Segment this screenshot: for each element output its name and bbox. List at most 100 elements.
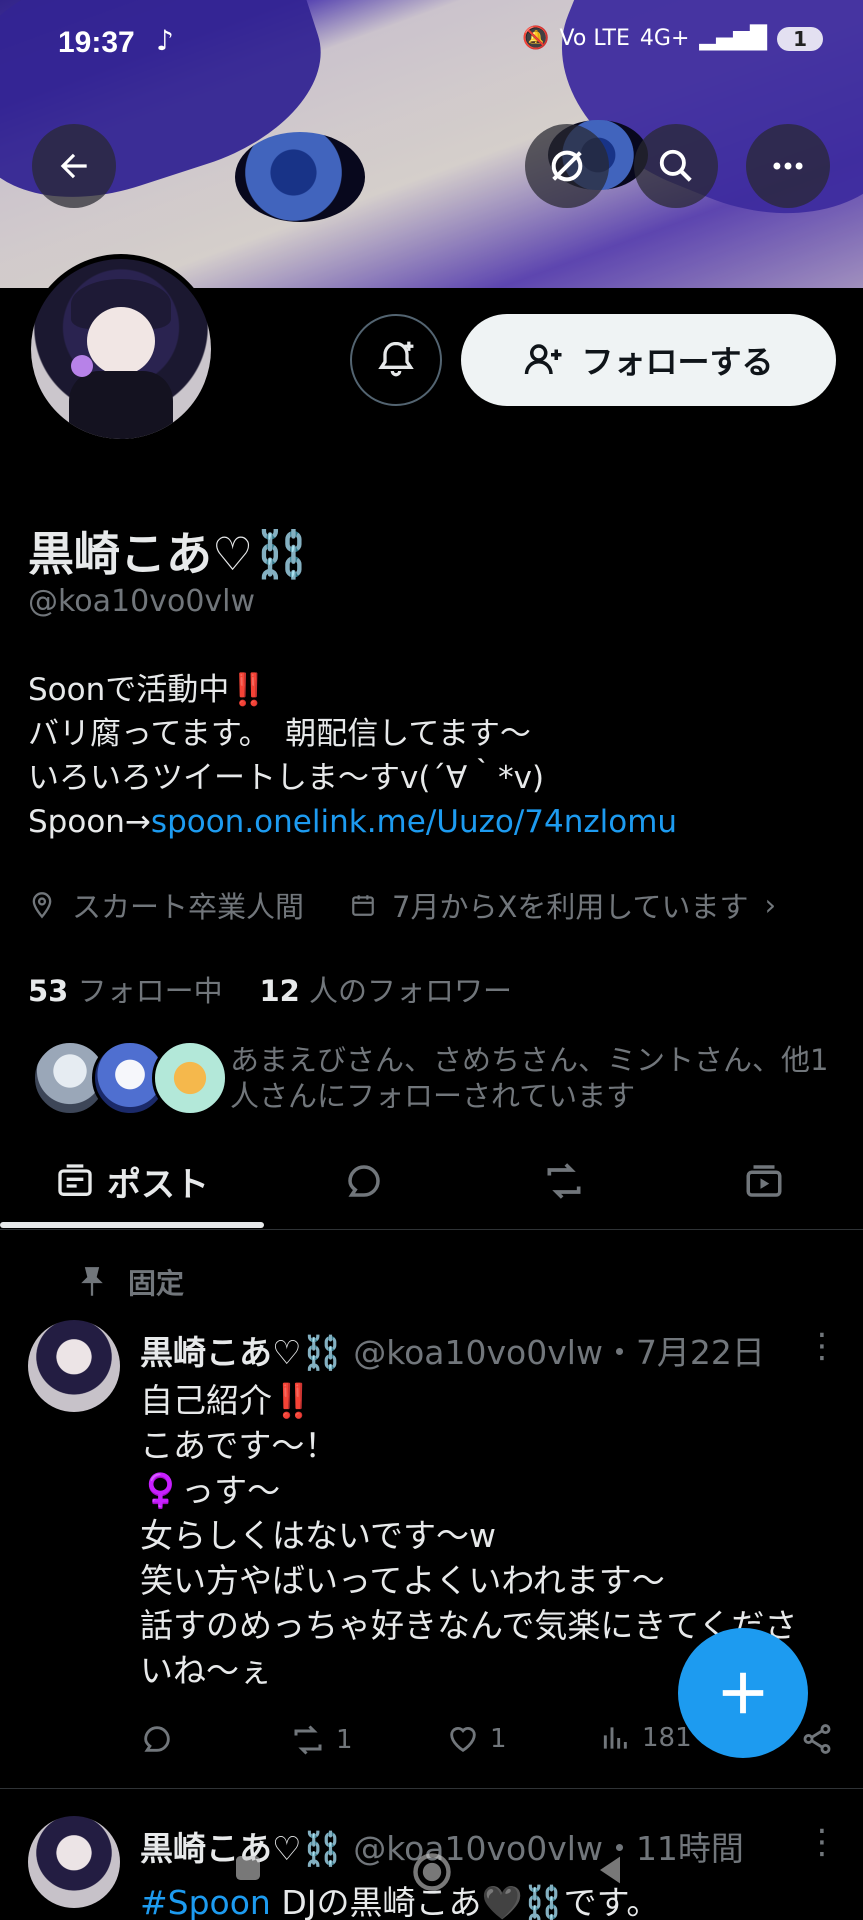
followed-by-text: あまえびさん、さめちさん、ミントさん、他1人さんにフォローされています bbox=[230, 1043, 829, 1113]
followers-label: 人のフォロワー bbox=[309, 974, 513, 1008]
profile-tabs: ポスト bbox=[0, 1132, 863, 1230]
bio-line: バリ腐ってます。 朝配信してます〜 bbox=[28, 716, 531, 752]
add-user-icon bbox=[525, 344, 562, 375]
active-tab-indicator bbox=[0, 1222, 264, 1228]
avatar-image bbox=[31, 259, 211, 439]
system-nav-bar bbox=[0, 1836, 863, 1920]
location-text: スカート卒業人間 bbox=[72, 890, 305, 924]
bell-plus-icon bbox=[378, 341, 414, 377]
following-link[interactable]: 53 フォロー中 bbox=[28, 974, 223, 1008]
back-button[interactable] bbox=[32, 124, 116, 208]
post-line: 話すのめっちゃ好きなんで気楽にきてくださ bbox=[140, 1606, 798, 1645]
back-arrow-icon bbox=[60, 153, 87, 179]
views-count: 181 bbox=[642, 1723, 692, 1753]
followers-count: 12 bbox=[259, 974, 300, 1008]
recent-apps-button[interactable] bbox=[230, 1850, 266, 1896]
more-icon bbox=[773, 162, 803, 170]
home-button[interactable] bbox=[410, 1850, 454, 1904]
more-button[interactable] bbox=[746, 124, 830, 208]
bio-text: Soonで活動中 bbox=[28, 672, 230, 708]
pin-icon bbox=[81, 1267, 103, 1296]
repost-button[interactable]: 1 bbox=[290, 1722, 353, 1758]
calendar-icon bbox=[352, 895, 374, 916]
profile-avatar[interactable] bbox=[26, 254, 216, 444]
share-icon bbox=[803, 1724, 831, 1754]
battery-indicator: 1 bbox=[777, 26, 823, 51]
views-button[interactable]: 181 bbox=[600, 1722, 692, 1754]
joined-text[interactable]: 7月からXを利用しています bbox=[392, 884, 748, 926]
profile-handle: @koa10vo0vlw bbox=[28, 584, 256, 619]
post-avatar[interactable] bbox=[28, 1320, 120, 1412]
post-author-name[interactable]: 黒崎こあ♡⛓️ bbox=[140, 1333, 343, 1372]
post-divider bbox=[0, 1788, 863, 1789]
status-bar: 19:37 ♪ 🔕 Vo LTE 4G+ ▂▄▆█ 1 bbox=[0, 18, 863, 68]
followers-link[interactable]: 12 人のフォロワー bbox=[259, 974, 512, 1008]
post-author-handle: @koa10vo0vlw bbox=[353, 1333, 603, 1372]
retweet-icon bbox=[547, 1163, 581, 1199]
post-date[interactable]: 7月22日 bbox=[636, 1333, 765, 1372]
reply-icon bbox=[144, 1726, 170, 1752]
following-label: フォロー中 bbox=[77, 974, 223, 1008]
mute-icon: 🔕 bbox=[522, 26, 550, 51]
avatar-art bbox=[87, 307, 155, 375]
replies-icon bbox=[348, 1165, 380, 1197]
retweet-icon bbox=[294, 1725, 322, 1755]
mutual-avatar bbox=[152, 1040, 228, 1116]
follow-label: フォローする bbox=[581, 343, 774, 381]
heart-icon bbox=[450, 1727, 476, 1753]
post-more-icon[interactable]: ⋮ bbox=[805, 1326, 839, 1366]
profile-meta: スカート卒業人間 7月からXを利用しています › bbox=[28, 884, 776, 926]
status-time: 19:37 bbox=[58, 26, 135, 59]
post-line: こあです〜！ bbox=[140, 1426, 338, 1465]
plus-icon bbox=[722, 1672, 764, 1714]
like-count: 1 bbox=[490, 1724, 507, 1754]
post-line: 女らしくはないです〜w bbox=[140, 1516, 496, 1555]
double-exclamation-emoji: ‼️ bbox=[229, 672, 268, 708]
media-icon bbox=[746, 1165, 781, 1197]
posts-icon bbox=[58, 1164, 92, 1196]
home-icon bbox=[413, 1853, 451, 1891]
profile-bio: Soonで活動中‼️ バリ腐ってます。 朝配信してます〜 いろいろツイートしま〜… bbox=[28, 668, 677, 844]
like-button[interactable]: 1 bbox=[446, 1722, 507, 1756]
pinned-label: 固定 bbox=[78, 1262, 184, 1302]
reply-button[interactable] bbox=[140, 1722, 174, 1756]
pinned-text: 固定 bbox=[128, 1267, 185, 1300]
share-button[interactable] bbox=[800, 1722, 834, 1756]
back-triangle-icon bbox=[600, 1856, 620, 1884]
bio-line: Spoon→spoon.onelink.me/Uuzo/74nzlomu bbox=[28, 800, 677, 844]
signal-icon: ▂▄▆█ bbox=[699, 26, 768, 51]
bio-link[interactable]: spoon.onelink.me/Uuzo/74nzlomu bbox=[151, 804, 677, 840]
post-line: ♀️っす〜 bbox=[140, 1471, 281, 1510]
tiktok-icon: ♪ bbox=[156, 24, 174, 57]
follow-button[interactable]: フォローする bbox=[461, 314, 836, 406]
tab-reposts[interactable] bbox=[464, 1132, 664, 1230]
avatar-art bbox=[71, 355, 93, 377]
recent-apps-icon bbox=[236, 1856, 260, 1880]
tab-media[interactable] bbox=[664, 1132, 863, 1230]
post-line: 笑い方やばいってよくいわれます〜 bbox=[140, 1561, 665, 1600]
tab-label: ポスト bbox=[107, 1164, 209, 1205]
tab-replies[interactable] bbox=[264, 1132, 464, 1230]
grok-button[interactable] bbox=[525, 124, 609, 208]
avatar-art bbox=[69, 371, 173, 439]
bio-line: いろいろツイートしま〜すv(´∀｀*v) bbox=[28, 760, 545, 796]
notification-bell-button[interactable] bbox=[350, 314, 442, 406]
profile-name: 黒崎こあ♡⛓️ bbox=[28, 527, 311, 581]
location-icon bbox=[32, 892, 52, 919]
follow-stats: 53 フォロー中 12 人のフォロワー bbox=[28, 968, 512, 1010]
bio-text: Spoon→ bbox=[28, 804, 151, 840]
grok-icon bbox=[551, 150, 583, 182]
search-button[interactable] bbox=[634, 124, 718, 208]
back-nav-button[interactable] bbox=[590, 1850, 630, 1900]
compose-post-button[interactable] bbox=[678, 1628, 808, 1758]
repost-count: 1 bbox=[336, 1725, 353, 1755]
status-icons: 🔕 Vo LTE 4G+ ▂▄▆█ 1 bbox=[522, 26, 823, 51]
bio-line: Soonで活動中‼️ bbox=[28, 668, 677, 712]
tab-posts[interactable]: ポスト bbox=[0, 1132, 264, 1230]
post-line: 自己紹介‼️ bbox=[140, 1381, 314, 1420]
chevron-right-icon: › bbox=[764, 888, 777, 922]
volte-icon: Vo LTE bbox=[559, 26, 630, 51]
search-icon bbox=[659, 149, 692, 182]
post-separator: ・ bbox=[602, 1333, 636, 1372]
followed-by-section[interactable]: あまえびさん、さめちさん、ミントさん、他1人さんにフォローされています bbox=[28, 1040, 848, 1120]
